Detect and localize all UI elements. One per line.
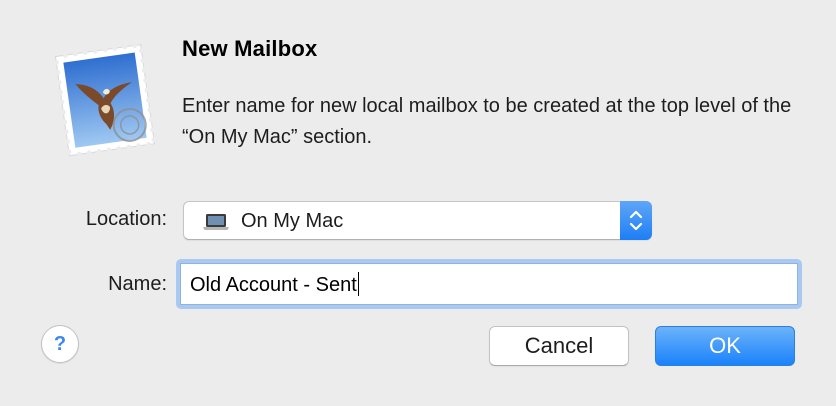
location-label: Location: — [85, 208, 167, 230]
location-popup-button[interactable]: On My Mac — [183, 201, 652, 240]
location-value: On My Mac — [241, 210, 344, 232]
name-field-value: Old Account - Sent — [190, 274, 357, 296]
new-mailbox-dialog: New Mailbox Enter name for new local mai… — [0, 0, 836, 406]
laptop-icon — [202, 213, 230, 236]
chevron-up-down-icon[interactable] — [620, 201, 652, 240]
cancel-button[interactable]: Cancel — [489, 326, 629, 366]
ok-button[interactable]: OK — [655, 326, 795, 366]
name-field[interactable]: Old Account - Sent — [180, 263, 798, 305]
text-caret — [357, 272, 360, 296]
name-label: Name: — [108, 273, 167, 295]
mail-stamp-icon — [48, 42, 164, 158]
dialog-message: Enter name for new local mailbox to be c… — [182, 95, 792, 148]
dialog-title: New Mailbox — [182, 36, 318, 61]
help-button[interactable]: ? — [41, 325, 79, 363]
